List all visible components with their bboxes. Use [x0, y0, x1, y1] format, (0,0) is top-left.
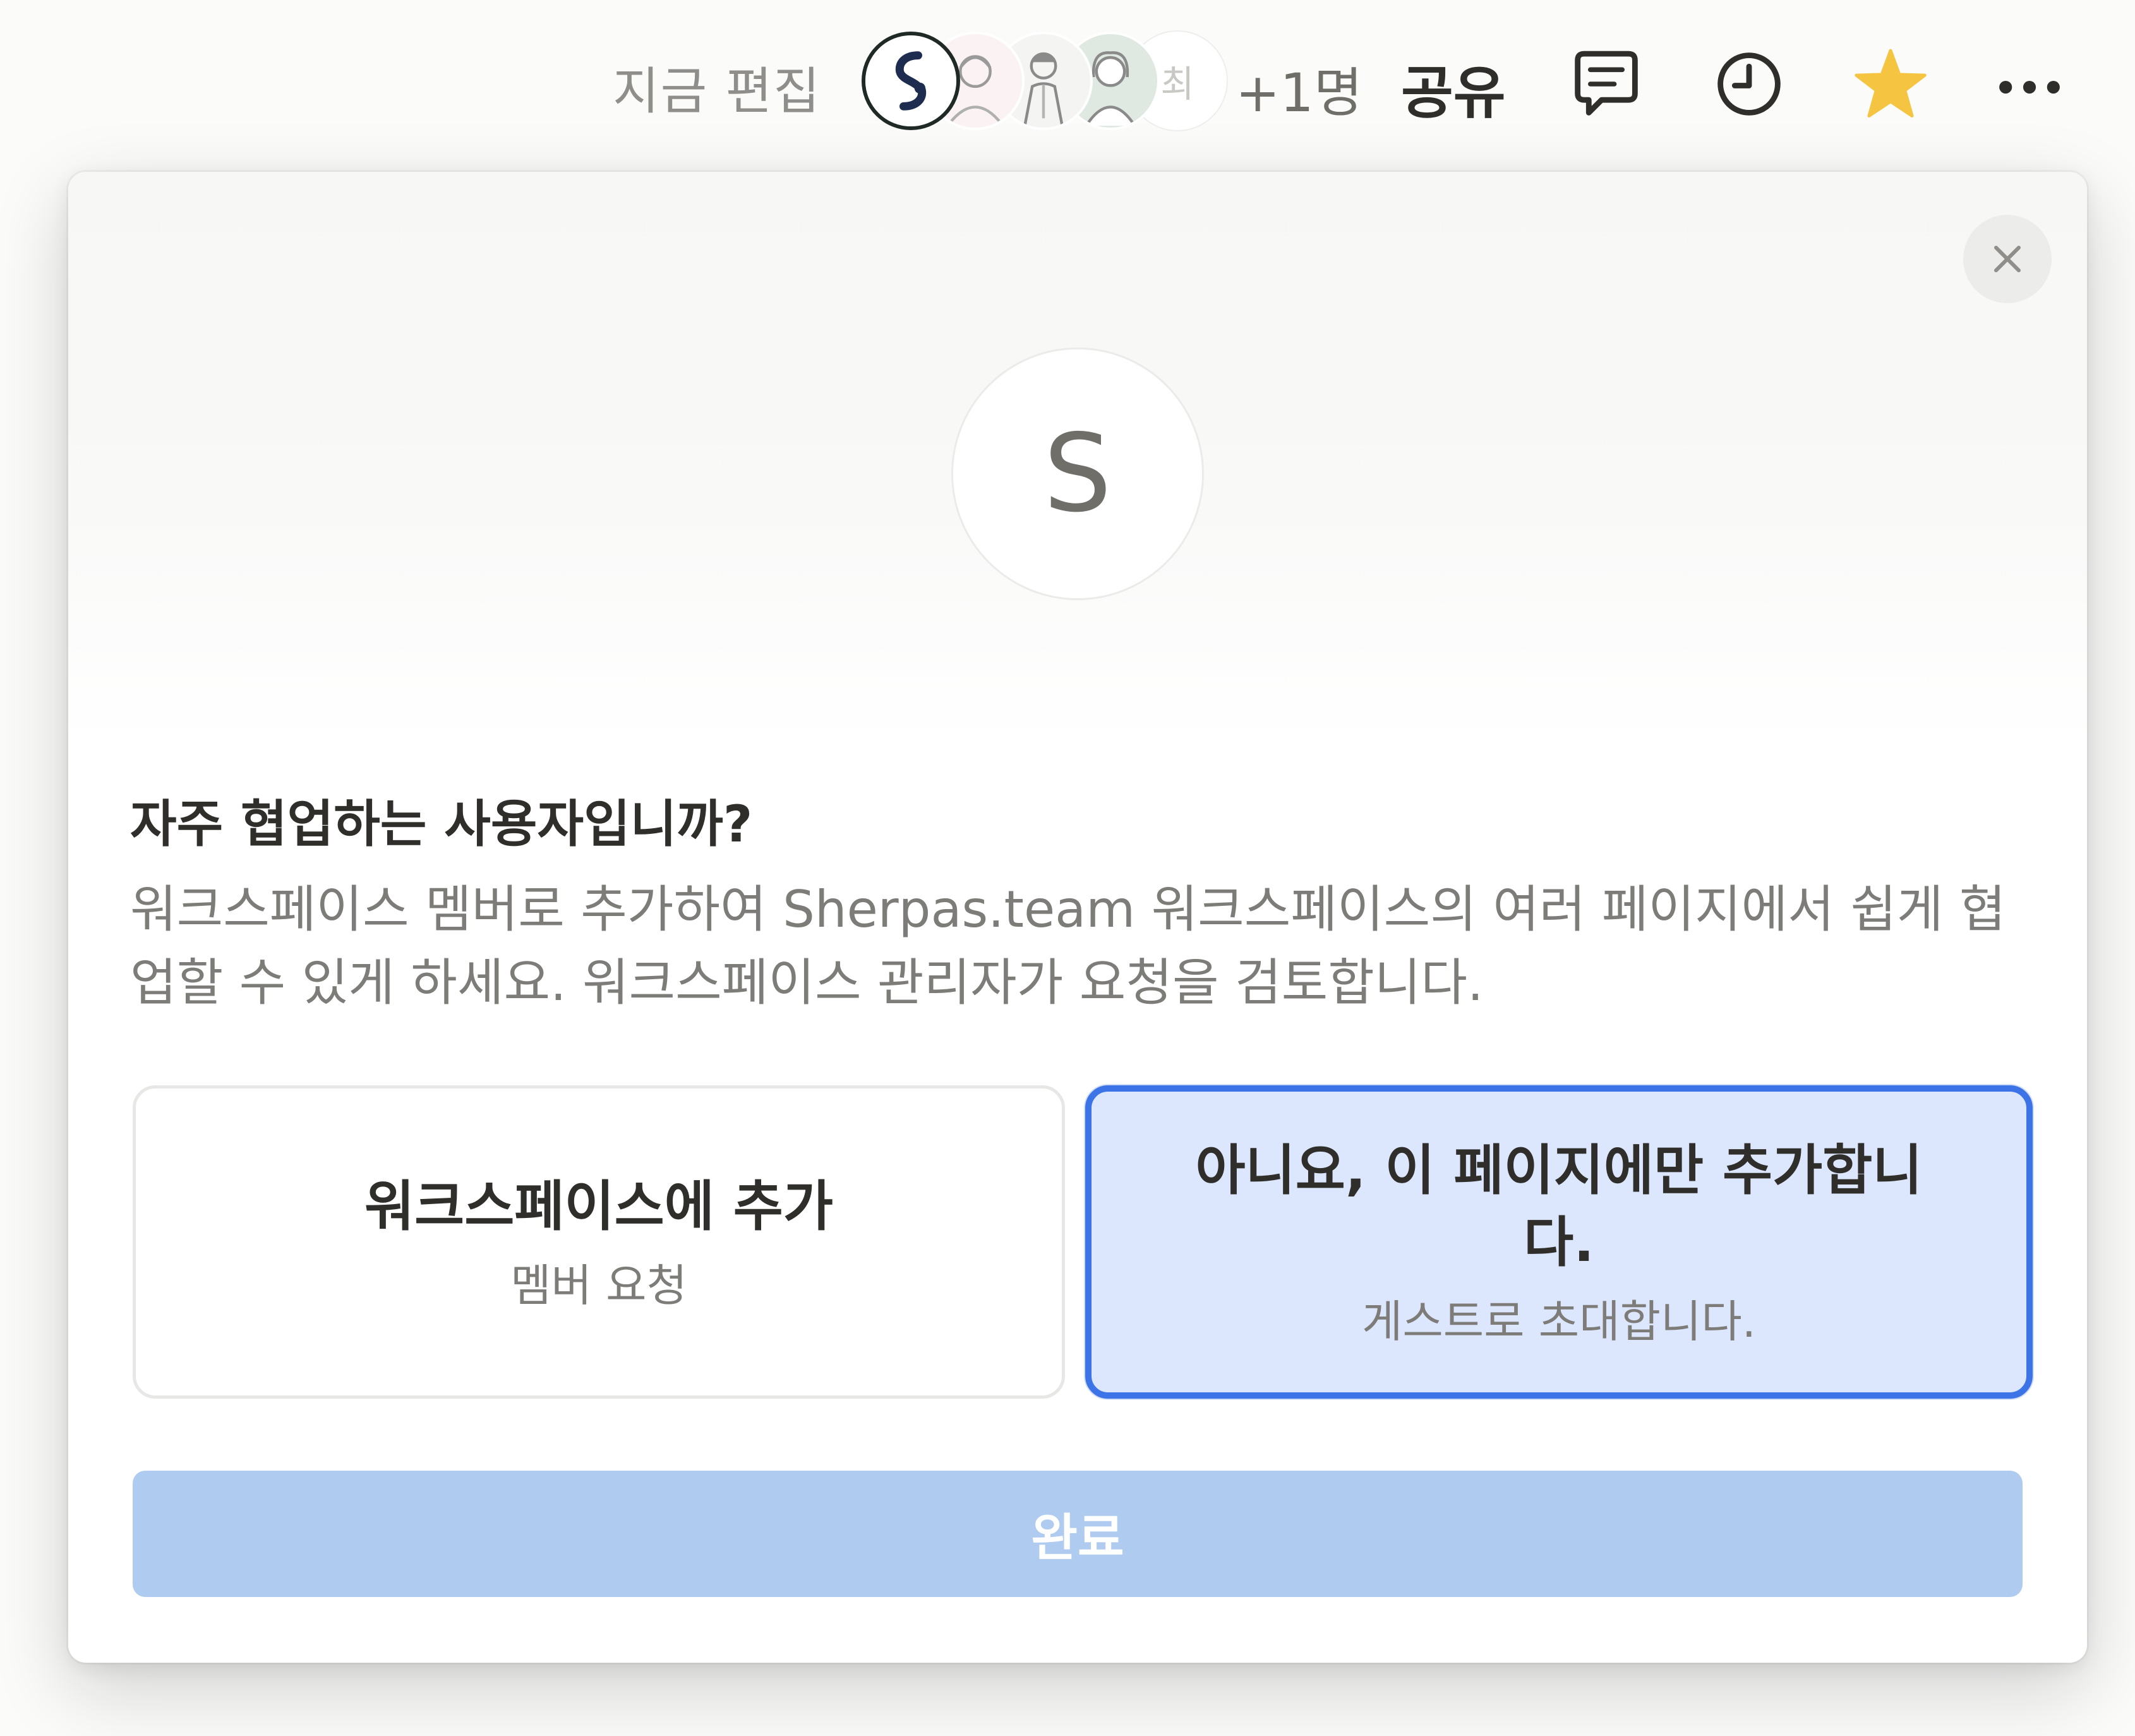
add-collaborator-modal: S 자주 협업하는 사용자입니까? 워크스페이스 멤버로 추가하여 Sherpa… [68, 172, 2087, 1663]
modal-description: 워크스페이스 멤버로 추가하여 Sherpas.team 워크스페이스의 여러 … [130, 880, 2006, 1012]
editing-status-label: 지금 편집 [613, 62, 821, 121]
workspace-initial: S [1043, 411, 1112, 536]
comment-icon[interactable] [1567, 44, 1646, 124]
page-topbar: 지금 편집 최 +1명 공유 [0, 0, 2135, 164]
done-button-label: 완료 [1031, 1509, 1124, 1567]
add-as-guest-option[interactable]: 아니요, 이 페이지에만 추가합니다. 게스트로 초대합니다. [1085, 1085, 2033, 1399]
option-subtitle: 멤버 요청 [510, 1259, 687, 1311]
option-subtitle: 게스트로 초대합니다. [1361, 1295, 1757, 1347]
star-icon[interactable] [1851, 44, 1930, 124]
share-button[interactable]: 공유 [1401, 47, 1506, 129]
workspace-avatar: S [951, 347, 1204, 600]
close-button[interactable] [1963, 215, 2052, 303]
clock-icon[interactable] [1709, 44, 1789, 124]
done-button[interactable]: 완료 [133, 1471, 2023, 1597]
more-collaborators-count[interactable]: +1명 [1236, 51, 1362, 127]
modal-title: 자주 협업하는 사용자입니까? [130, 795, 753, 853]
close-icon [1994, 246, 2021, 272]
option-title: 아니요, 이 페이지에만 추가합니다. [1195, 1138, 1923, 1274]
more-dots-icon[interactable] [1990, 44, 2069, 124]
add-to-workspace-option[interactable]: 워크스페이스에 추가 멤버 요청 [133, 1085, 1065, 1399]
brand-logo-icon [865, 35, 956, 126]
option-title: 워크스페이스에 추가 [364, 1174, 834, 1238]
brand-logo-avatar[interactable] [862, 32, 960, 130]
